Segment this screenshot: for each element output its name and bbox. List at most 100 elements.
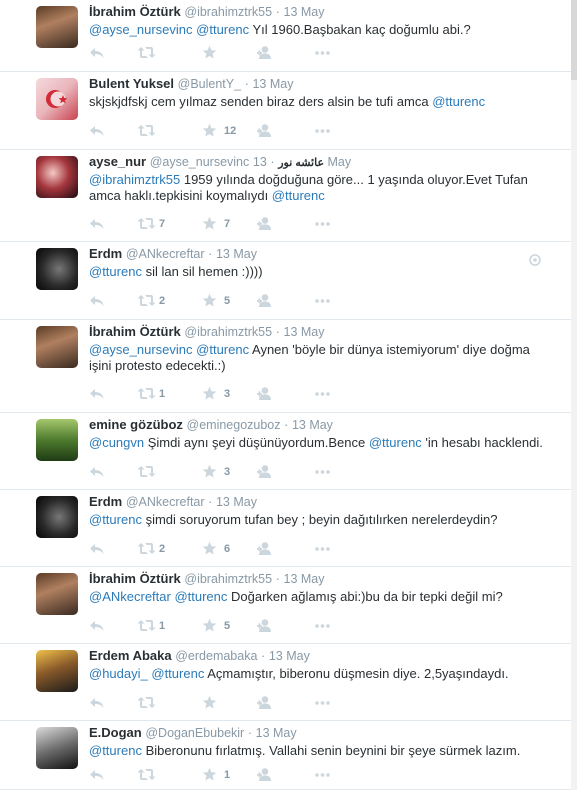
- favorite-count: 3: [224, 388, 231, 400]
- author-name[interactable]: ayse_nur: [89, 154, 146, 169]
- tweet-timestamp[interactable]: 13 May: [284, 572, 325, 586]
- tweet-actions: 77: [89, 216, 389, 232]
- mention-link[interactable]: @cungvn: [89, 435, 144, 450]
- avatar[interactable]: [36, 573, 78, 615]
- retweet-count: 7: [159, 218, 166, 230]
- avatar[interactable]: [36, 419, 78, 461]
- author-name[interactable]: İbrahim Öztürk: [89, 4, 181, 19]
- author-handle[interactable]: @erdemabaka: [175, 649, 257, 663]
- tweet-timestamp[interactable]: 13 May: [256, 726, 297, 740]
- separator-dot: ·: [208, 247, 213, 261]
- info-circle-icon[interactable]: [529, 254, 541, 269]
- tweet-actions: [89, 695, 389, 711]
- mention-link[interactable]: @ibrahimztrk55: [89, 172, 180, 187]
- mention-link[interactable]: @tturenc: [272, 188, 325, 203]
- tweet-timestamp[interactable]: 13 May: [284, 5, 325, 19]
- author-handle[interactable]: @eminegozuboz: [187, 418, 281, 432]
- tweet-timestamp[interactable]: 13 May: [292, 418, 333, 432]
- author-name[interactable]: İbrahim Öztürk: [89, 324, 181, 339]
- mention-link[interactable]: @tturenc: [89, 264, 142, 279]
- tweet-timestamp[interactable]: 13 May: [269, 649, 310, 663]
- tweet-timestamp[interactable]: 13 May: [216, 247, 257, 261]
- author-handle[interactable]: @ibrahimztrk55: [184, 325, 272, 339]
- author-handle[interactable]: @BulentY_: [178, 77, 241, 91]
- tweet-text-segment: Yıl 1960.Başbakan kaç doğumlu abi.?: [249, 22, 471, 37]
- mention-link[interactable]: @tturenc: [89, 743, 142, 758]
- author-handle[interactable]: @DoganEbubekir: [145, 726, 244, 740]
- avatar[interactable]: [36, 78, 78, 120]
- tweet-text-segment: Açmamıştır, biberonu düşmesin diye. 2,5y…: [204, 666, 509, 681]
- avatar[interactable]: [36, 326, 78, 368]
- tweet[interactable]: E.Dogan @DoganEbubekir · 13 May @tturenc …: [0, 721, 577, 790]
- favorite-count: 6: [224, 543, 231, 555]
- tweet-actions: 26: [89, 541, 389, 557]
- author-name[interactable]: Erdm: [89, 246, 122, 261]
- tweet[interactable]: İbrahim Öztürk @ibrahimztrk55 · 13 May @a…: [0, 0, 577, 72]
- avatar[interactable]: [36, 156, 78, 198]
- mention-link[interactable]: @tturenc: [432, 94, 485, 109]
- mention-link[interactable]: @tturenc: [151, 666, 204, 681]
- author-name[interactable]: Erdm: [89, 494, 122, 509]
- mention-link[interactable]: @tturenc: [89, 512, 142, 527]
- author-display-name-arabic: عائشه نور: [278, 157, 325, 169]
- avatar[interactable]: [36, 650, 78, 692]
- tweet-content: emine gözüboz @eminegozuboz · 13 May @cun…: [89, 416, 555, 451]
- tweet-actions: 12: [89, 123, 389, 139]
- tweet-text: @ayse_nursevinc @tturenc Aynen 'böyle bi…: [89, 342, 555, 374]
- mention-link[interactable]: @tturenc: [196, 342, 249, 357]
- tweet[interactable]: İbrahim Öztürk @ibrahimztrk55 · 13 May @A…: [0, 567, 577, 644]
- tweet[interactable]: Erdm @ANkecreftar · 13 May @tturenc sil l…: [0, 242, 577, 320]
- tweet-text: @tturenc Biberonunu fırlatmış. Vallahi s…: [89, 743, 555, 759]
- tweet[interactable]: İbrahim Öztürk @ibrahimztrk55 · 13 May @a…: [0, 320, 577, 413]
- tweet[interactable]: Erdem Abaka @erdemabaka · 13 May @hudayi_…: [0, 644, 577, 721]
- tweet-text: @tturenc şimdi soruyorum tufan bey ; bey…: [89, 512, 555, 528]
- separator-dot: ·: [275, 5, 280, 19]
- author-name[interactable]: Erdem Abaka: [89, 648, 172, 663]
- author-handle[interactable]: @ayse_nursevinc: [150, 155, 250, 169]
- mention-link[interactable]: @tturenc: [196, 22, 249, 37]
- author-handle[interactable]: @ANkecreftar: [126, 247, 205, 261]
- author-handle[interactable]: @ibrahimztrk55: [184, 572, 272, 586]
- tweet-text-segment: Şimdi aynı şeyi düşünüyordum.Bence: [144, 435, 369, 450]
- tweet-content: Erdm @ANkecreftar · 13 May @tturenc şimdi…: [89, 493, 555, 528]
- favorite-count: 7: [224, 218, 231, 230]
- tweet[interactable]: Erdm @ANkecreftar · 13 May @tturenc şimdi…: [0, 490, 577, 567]
- mention-link[interactable]: @ANkecreftar: [89, 589, 171, 604]
- author-name[interactable]: E.Dogan: [89, 725, 142, 740]
- tweet-actions: 13: [89, 386, 389, 402]
- separator-dot: ·: [275, 572, 280, 586]
- tweet-timestamp[interactable]: 13 May: [252, 77, 293, 91]
- mention-link[interactable]: @hudayi_: [89, 666, 148, 681]
- separator-dot: ·: [208, 495, 213, 509]
- tweet[interactable]: ayse_nur @ayse_nursevinc عائشه نور · 13 …: [0, 150, 577, 242]
- tweet[interactable]: emine gözüboz @eminegozuboz · 13 May @cun…: [0, 413, 577, 490]
- tweet-text: @hudayi_ @tturenc Açmamıştır, biberonu d…: [89, 666, 555, 682]
- mention-link[interactable]: @tturenc: [174, 589, 227, 604]
- separator-dot: ·: [270, 155, 275, 169]
- mention-link[interactable]: @ayse_nursevinc: [89, 342, 193, 357]
- tweet-header: Erdm @ANkecreftar · 13 May: [89, 493, 555, 510]
- avatar[interactable]: [36, 248, 78, 290]
- author-name[interactable]: İbrahim Öztürk: [89, 571, 181, 586]
- separator-dot: ·: [244, 77, 249, 91]
- tweet-header: İbrahim Öztürk @ibrahimztrk55 · 13 May: [89, 323, 555, 340]
- avatar[interactable]: [36, 496, 78, 538]
- tweet-header: E.Dogan @DoganEbubekir · 13 May: [89, 724, 555, 741]
- mention-link[interactable]: @ayse_nursevinc: [89, 22, 193, 37]
- author-name[interactable]: emine gözüboz: [89, 417, 183, 432]
- author-name[interactable]: Bulent Yuksel: [89, 76, 174, 91]
- tweet-text: @ibrahimztrk55 1959 yılında doğduğuna gö…: [89, 172, 555, 204]
- tweet-text: @ayse_nursevinc @tturenc Yıl 1960.Başbak…: [89, 22, 555, 38]
- tweet-text: @cungvn Şimdi aynı şeyi düşünüyordum.Ben…: [89, 435, 555, 451]
- scrollbar-thumb[interactable]: [571, 0, 577, 80]
- author-handle[interactable]: @ibrahimztrk55: [184, 5, 272, 19]
- scrollbar[interactable]: [571, 0, 577, 790]
- avatar[interactable]: [36, 727, 78, 769]
- tweet-header: İbrahim Öztürk @ibrahimztrk55 · 13 May: [89, 3, 555, 20]
- tweet-timestamp[interactable]: 13 May: [216, 495, 257, 509]
- avatar[interactable]: [36, 6, 78, 48]
- author-handle[interactable]: @ANkecreftar: [126, 495, 205, 509]
- mention-link[interactable]: @tturenc: [369, 435, 422, 450]
- tweet[interactable]: Bulent Yuksel @BulentY_ · 13 May skjskjdf…: [0, 72, 577, 150]
- tweet-timestamp[interactable]: 13 May: [284, 325, 325, 339]
